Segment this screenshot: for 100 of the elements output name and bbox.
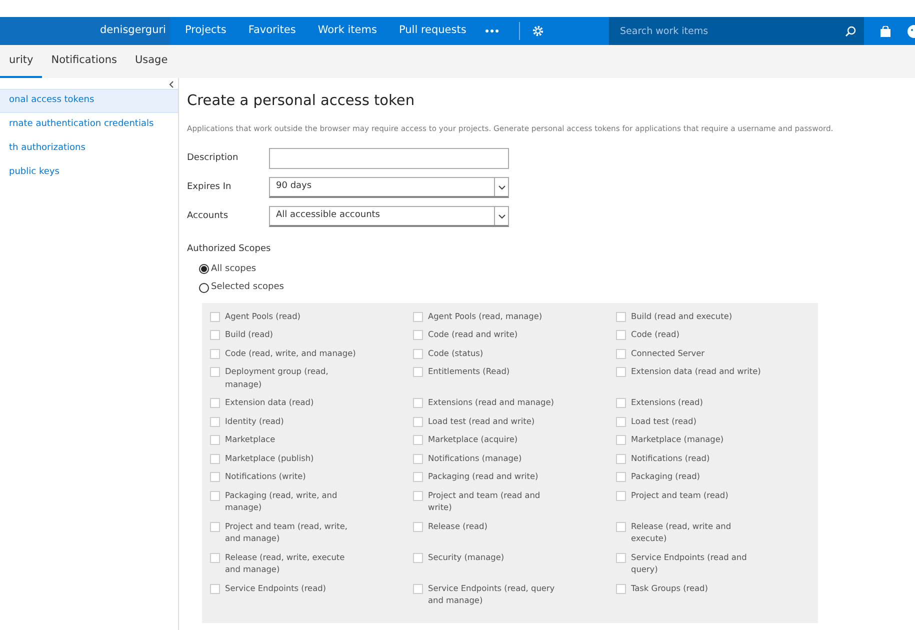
search-icon[interactable] bbox=[845, 26, 856, 37]
checkbox[interactable] bbox=[413, 312, 423, 322]
shopping-bag-icon[interactable] bbox=[880, 26, 891, 36]
checkbox[interactable] bbox=[616, 435, 626, 446]
checkbox[interactable] bbox=[210, 398, 220, 408]
text-field[interactable] bbox=[269, 148, 509, 170]
checkbox-label: Release (read, write and execute) bbox=[631, 520, 732, 545]
checkbox[interactable] bbox=[413, 435, 423, 446]
more-icon[interactable] bbox=[485, 29, 500, 33]
checkbox[interactable] bbox=[616, 522, 626, 532]
checkbox-label: Identity (read) bbox=[225, 414, 284, 428]
checkbox[interactable] bbox=[210, 522, 220, 532]
checkbox[interactable] bbox=[616, 416, 626, 427]
checkbox-label: Service Endpoints (read) bbox=[225, 582, 326, 594]
checkbox[interactable] bbox=[413, 348, 423, 359]
checkbox-label: Project and team (read, write, and manage) bbox=[225, 520, 348, 545]
checkbox-label: Build (read and execute) bbox=[631, 310, 732, 322]
sidebar-item[interactable]: th authorizations bbox=[0, 137, 178, 161]
checkbox[interactable] bbox=[616, 330, 626, 340]
nav-link[interactable]: Pull requests bbox=[388, 23, 478, 39]
profile-icon[interactable] bbox=[907, 24, 915, 38]
search-field[interactable]: Search work items bbox=[609, 17, 864, 45]
settings-icon[interactable] bbox=[532, 25, 544, 37]
checkbox-label: Marketplace bbox=[225, 433, 276, 446]
checkbox-label: Project and team (read and write) bbox=[428, 488, 542, 514]
checkbox[interactable] bbox=[616, 472, 626, 482]
checkbox[interactable] bbox=[413, 454, 423, 464]
checkbox-label: Marketplace (acquire) bbox=[428, 433, 518, 446]
section-title: Authorized Scopes bbox=[187, 243, 272, 256]
checkbox[interactable] bbox=[210, 584, 220, 594]
dropdown-field[interactable]: All accessible accounts bbox=[269, 206, 509, 228]
radio-button[interactable] bbox=[199, 282, 209, 293]
checkbox-label: Service Endpoints (read, query and manage) bbox=[428, 582, 556, 607]
checkbox-label: Agent Pools (read, manage) bbox=[428, 310, 542, 322]
chevron-down-icon[interactable] bbox=[498, 214, 506, 219]
sidebar-item[interactable]: onal access tokens bbox=[0, 89, 178, 113]
nav-link[interactable]: Work items bbox=[306, 23, 388, 39]
dropdown-value: 90 days bbox=[276, 180, 312, 194]
tab[interactable]: urity bbox=[0, 45, 42, 78]
dropdown-value: All accessible accounts bbox=[276, 209, 380, 222]
checkbox[interactable] bbox=[210, 454, 220, 464]
checkbox-label: Task Groups (read) bbox=[631, 582, 708, 594]
checkbox-label: Notifications (write) bbox=[225, 470, 306, 483]
checkbox[interactable] bbox=[413, 398, 423, 408]
checkbox-label: Load test (read and write) bbox=[428, 414, 535, 428]
checkbox-label: Extension data (read and write) bbox=[631, 365, 761, 378]
checkbox[interactable] bbox=[616, 552, 626, 563]
checkbox-label: Load test (read) bbox=[631, 414, 696, 428]
checkbox[interactable] bbox=[616, 490, 626, 501]
checkbox-label: Release (read, write, execute and manage) bbox=[225, 550, 346, 576]
checkbox[interactable] bbox=[413, 367, 423, 378]
checkbox[interactable] bbox=[616, 312, 626, 322]
page-title: Create a personal access token bbox=[187, 92, 416, 111]
radio-button[interactable] bbox=[199, 264, 209, 274]
checkbox[interactable] bbox=[413, 552, 423, 563]
sidebar-item[interactable]: public keys bbox=[0, 161, 178, 185]
checkbox-label: Marketplace (publish) bbox=[225, 452, 314, 464]
tab[interactable]: Notifications bbox=[42, 45, 126, 78]
checkbox[interactable] bbox=[210, 435, 220, 446]
nav-link[interactable]: Projects bbox=[174, 23, 238, 39]
sidebar-item[interactable]: rnate authentication credentials bbox=[0, 113, 178, 137]
checkbox[interactable] bbox=[413, 490, 423, 501]
dropdown-field[interactable]: 90 days bbox=[269, 177, 509, 198]
checkbox-label: Code (status) bbox=[428, 346, 484, 360]
checkbox[interactable] bbox=[210, 330, 220, 340]
field-label: Expires In bbox=[187, 180, 232, 194]
tab[interactable]: Usage bbox=[126, 45, 177, 78]
checkbox[interactable] bbox=[616, 367, 626, 378]
checkbox[interactable] bbox=[210, 472, 220, 482]
checkbox-label: Extensions (read) bbox=[631, 396, 703, 409]
field-label: Accounts bbox=[187, 210, 230, 223]
collapse-icon[interactable] bbox=[169, 81, 174, 88]
checkbox[interactable] bbox=[616, 398, 626, 408]
checkbox[interactable] bbox=[210, 490, 220, 501]
nav-link[interactable]: Favorites bbox=[237, 23, 307, 39]
checkbox[interactable] bbox=[616, 454, 626, 464]
checkbox-label: Marketplace (manage) bbox=[631, 433, 724, 446]
checkbox[interactable] bbox=[616, 348, 626, 359]
checkbox[interactable] bbox=[616, 584, 626, 594]
checkbox[interactable] bbox=[210, 552, 220, 563]
checkbox[interactable] bbox=[413, 522, 423, 532]
checkbox[interactable] bbox=[210, 416, 220, 427]
checkbox[interactable] bbox=[210, 312, 220, 322]
checkbox-label: Code (read) bbox=[631, 328, 680, 341]
checkbox-label: Notifications (manage) bbox=[428, 452, 522, 464]
chevron-down-icon[interactable] bbox=[498, 184, 506, 190]
radio-label: All scopes bbox=[211, 262, 256, 276]
checkbox-label: Agent Pools (read) bbox=[225, 310, 300, 322]
checkbox-label: Security (manage) bbox=[428, 550, 504, 564]
checkbox-label: Code (read, write, and manage) bbox=[225, 346, 356, 360]
checkbox[interactable] bbox=[413, 584, 423, 594]
checkbox[interactable] bbox=[210, 367, 220, 378]
checkbox-label: Extension data (read) bbox=[225, 396, 314, 409]
checkbox[interactable] bbox=[210, 348, 220, 359]
checkbox-label: Packaging (read) bbox=[631, 470, 700, 483]
checkbox-label: Connected Server bbox=[631, 346, 705, 360]
checkbox[interactable] bbox=[413, 330, 423, 340]
checkbox[interactable] bbox=[413, 472, 423, 482]
checkbox-label: Entitlements (Read) bbox=[428, 365, 510, 378]
checkbox[interactable] bbox=[413, 416, 423, 427]
